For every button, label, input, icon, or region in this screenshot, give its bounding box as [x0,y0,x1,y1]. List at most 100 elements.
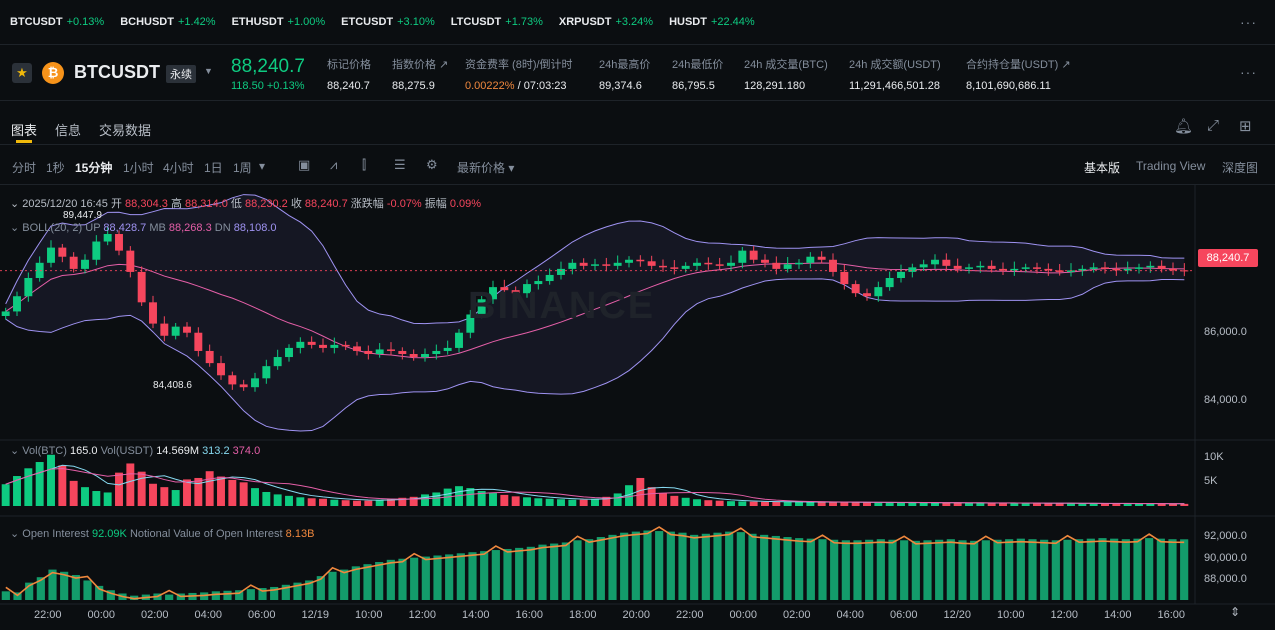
candle-body [455,332,463,348]
open-interest-bar [340,569,349,600]
tab-trading-data[interactable]: 交易数据 [99,120,151,139]
mode-depth[interactable]: 深度图 [1222,159,1258,176]
ticker-item[interactable]: BCHUSDT +1.42% [120,16,215,28]
volume-bar [557,499,565,506]
stat-open-interest-usdt[interactable]: 合约持仓量(USDT) ↗ 8,101,690,686.11 [966,56,1071,92]
pair-dropdown-caret-icon[interactable]: ▼ [204,66,213,76]
tf-line[interactable]: 分时 [12,159,36,176]
ticker-more-icon[interactable]: ··· [1240,14,1257,30]
favorite-star-icon[interactable]: ★ [12,63,32,83]
pair-name[interactable]: BTCUSDT [74,62,160,83]
stat-index-price[interactable]: 指数价格 ↗ 88,275.9 [392,56,448,92]
volume-bar [704,500,713,506]
volume-bar [58,465,67,506]
volume-bar [228,479,237,506]
volume-bar [647,487,656,506]
price-type-select[interactable]: 最新价格 ▾ [457,159,514,176]
open-interest-bar [585,539,594,600]
candle-body [1101,267,1109,269]
tf-1d[interactable]: 1日 [204,159,223,176]
chart-tabs: 图表 信息 交易数据 [0,104,1275,145]
tf-1h[interactable]: 1小时 [123,159,154,176]
volume-bar [126,463,135,506]
ticker-item[interactable]: LTCUSDT +1.73% [451,16,543,28]
header-more-icon[interactable]: ··· [1240,64,1257,80]
volume-bar [330,499,339,506]
open-interest-bar [491,550,500,600]
candle-type-icon[interactable]: ⫿ [362,157,366,173]
indicator-icon[interactable]: ⩘ [330,157,337,173]
candle-body [715,264,724,266]
ticker-item[interactable]: ETCUSDT +3.10% [341,16,435,28]
open-interest-bar [351,566,360,600]
tf-4h[interactable]: 4小时 [163,159,194,176]
ticker-item[interactable]: ETHUSDT +1.00% [232,16,326,28]
open-interest-bar [876,539,885,600]
stat-value: 8,101,690,686.11 [966,80,1051,92]
tab-chart[interactable]: 图表 [11,120,37,139]
volume-bar [545,498,554,506]
open-interest-bar [701,533,710,600]
open-interest-bar [386,559,395,600]
mode-basic[interactable]: 基本版 [1084,159,1120,176]
open-interest-bar [795,538,804,600]
open-interest-bar [666,531,675,600]
boll-mb-value: 88,268.3 [168,222,212,234]
tf-more-icon[interactable]: ▾ [259,159,265,173]
open-interest-bar [760,534,769,600]
candle-body [999,268,1007,271]
candle-body [81,259,89,269]
calendar-icon[interactable]: ▣ [298,157,310,173]
volume-bar [194,477,203,506]
open-interest-bar [1051,540,1060,600]
volume-bar [1,484,10,506]
volume-bar [715,500,724,506]
candle-body [795,262,803,265]
mode-tradingview[interactable]: Trading View [1136,159,1205,173]
candle-body [1,311,10,316]
ticker-item[interactable]: HUSDT +22.44% [669,16,755,28]
open-interest-bar [1005,539,1014,600]
volume-bar [965,502,973,506]
settings-list-icon[interactable]: ☰ [394,157,406,173]
expand-icon[interactable]: ⤢ [1207,117,1219,134]
layout-grid-icon[interactable]: ⊞ [1239,117,1252,135]
open-interest-bar [1028,539,1037,600]
open-interest-bar [165,594,174,600]
axis-expand-icon[interactable]: ⇕ [1226,605,1244,623]
open-interest-bar [631,531,640,600]
tf-1s[interactable]: 1秒 [46,159,65,176]
high-value: 88,314.0 [185,198,228,210]
open-interest-bar [713,532,722,600]
candle-body [387,349,395,351]
x-tick-label: 02:00 [783,609,811,621]
open-interest-bar [643,530,652,600]
candle-body [817,256,826,260]
volume-bar [160,487,169,506]
tf-15m[interactable]: 15分钟 [75,159,112,176]
ticker-symbol: XRPUSDT [558,16,612,28]
collapse-chevron-icon[interactable]: ⌄ [10,445,19,457]
chart-canvas[interactable] [0,184,1275,630]
volume-bar [115,472,123,506]
y-oi-label: 92,000.0 [1204,530,1247,542]
collapse-chevron-icon[interactable]: ⌄ [10,222,19,234]
candle-body [1157,265,1166,269]
tab-info[interactable]: 信息 [55,120,81,139]
candle-body [58,247,67,257]
x-tick-label: 14:00 [462,609,490,621]
gear-icon[interactable]: ⚙ [426,157,438,173]
tf-1w[interactable]: 1周 [233,159,252,176]
low-label: 低 [230,198,242,210]
volume-bar [863,502,871,506]
candle-body [693,262,701,266]
boll-legend: ⌄ BOLL(20, 2) UP 88,428.7 MB 88,268.3 DN… [10,221,277,234]
collapse-chevron-icon[interactable]: ⌄ [10,528,19,540]
ticker-item[interactable]: BTCUSDT +0.13% [10,16,104,28]
y-price-label: 84,000.0 [1204,394,1247,406]
volume-bar [761,501,769,506]
ticker-item[interactable]: XRPUSDT +3.24% [559,16,653,28]
bell-icon[interactable]: 🔔︎ [1174,117,1193,135]
collapse-chevron-icon[interactable]: ⌄ [10,198,19,210]
stat-label: 合约持仓量(USDT) ↗ [966,59,1071,71]
